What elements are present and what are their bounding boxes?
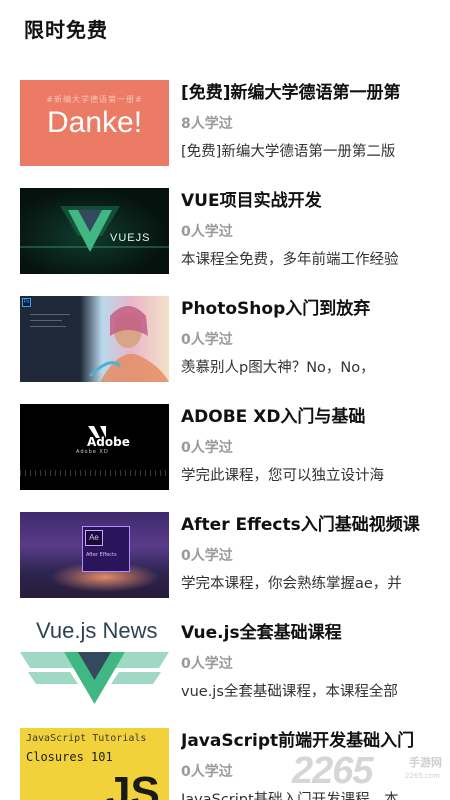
portrait-artwork-icon: [88, 306, 169, 382]
course-thumbnail[interactable]: #新编大学德语第一册# Danke!: [20, 80, 169, 166]
thumbnail-subtext: Closures 101: [26, 750, 113, 764]
list-item[interactable]: Vue.js News Vue.js全套基础课程 0人学过 vue.js全套基础…: [0, 620, 450, 728]
thumbnail-text: Vue.js News: [36, 620, 158, 643]
learner-count: 0人学过: [181, 656, 233, 672]
learner-count: 8人学过: [181, 116, 233, 132]
course-thumbnail[interactable]: VUEJS: [20, 188, 169, 274]
course-info: PhotoShop入门到放弃 0人学过 羡慕别人p图大神？No，No，: [181, 296, 440, 379]
thumbnail-subtext: After Effects: [86, 552, 117, 558]
course-description: 本课程全免费，多年前端工作经验: [181, 252, 399, 268]
learner-count: 0人学过: [181, 332, 233, 348]
course-title[interactable]: After Effects入门基础视频课: [181, 513, 440, 537]
vue-logo-icon: [20, 206, 169, 252]
learner-count: 0人学过: [181, 440, 233, 456]
course-list: #新编大学德语第一册# Danke! [免费]新编大学德语第一册第 8人学过 […: [0, 80, 450, 800]
section-title: 限时免费: [24, 18, 108, 42]
list-item[interactable]: #新编大学德语第一册# Danke! [免费]新编大学德语第一册第 8人学过 […: [0, 80, 450, 188]
after-effects-logo-icon: Ae: [85, 530, 103, 546]
learner-count: 0人学过: [181, 548, 233, 564]
course-description: 学完此课程，您可以独立设计海: [181, 468, 384, 484]
course-info: [免费]新编大学德语第一册第 8人学过 [免费]新编大学德语第一册第二版: [181, 80, 440, 163]
list-item[interactable]: Adobe Adobe XD ADOBE XD入门与基础 0人学过 学完此课程，…: [0, 404, 450, 512]
thumbnail-subtext: Adobe XD: [76, 449, 109, 455]
js-logo-text: JS: [106, 768, 160, 800]
course-title[interactable]: PhotoShop入门到放弃: [181, 297, 440, 321]
course-description: 羡慕别人p图大神？No，No，: [181, 360, 375, 376]
course-description: vue.js全套基础课程，本课程全部: [181, 684, 398, 700]
course-title[interactable]: ADOBE XD入门与基础: [181, 405, 440, 429]
thumbnail-subtext: #新编大学德语第一册#: [46, 95, 143, 104]
course-title[interactable]: Vue.js全套基础课程: [181, 621, 440, 645]
course-title[interactable]: VUE项目实战开发: [181, 189, 440, 213]
course-info: Vue.js全套基础课程 0人学过 vue.js全套基础课程，本课程全部: [181, 620, 440, 703]
watermark-url: 2265.com: [405, 772, 440, 780]
watermark-number: 2265: [292, 750, 374, 792]
course-title[interactable]: [免费]新编大学德语第一册第: [181, 81, 440, 105]
course-info: After Effects入门基础视频课 0人学过 学完本课程，你会熟练掌握ae…: [181, 512, 440, 595]
course-thumbnail[interactable]: JavaScript Tutorials Closures 101 JS: [20, 728, 169, 800]
vue-logo-icon: [20, 652, 169, 704]
thumbnail-text: Danke!: [46, 106, 143, 139]
watermark-site: 手游网: [409, 756, 442, 769]
site-watermark: 2265 手游网 2265.com: [292, 750, 442, 794]
list-item[interactable]: Ae After Effects After Effects入门基础视频课 0人…: [0, 512, 450, 620]
thumbnail-text: Adobe: [87, 435, 130, 449]
course-info: VUE项目实战开发 0人学过 本课程全免费，多年前端工作经验: [181, 188, 440, 271]
thumbnail-text: VUEJS: [110, 232, 151, 244]
course-description: 学完本课程，你会熟练掌握ae，并: [181, 576, 402, 592]
course-thumbnail[interactable]: Ae After Effects: [20, 512, 169, 598]
thumbnail-text: JavaScript Tutorials: [26, 733, 147, 744]
course-thumbnail[interactable]: Adobe Adobe XD: [20, 404, 169, 490]
course-description: [免费]新编大学德语第一册第二版: [181, 144, 396, 160]
list-item[interactable]: VUEJS VUE项目实战开发 0人学过 本课程全免费，多年前端工作经验: [0, 188, 450, 296]
learner-count: 0人学过: [181, 224, 233, 240]
audience-graphic: [20, 470, 169, 476]
course-info: ADOBE XD入门与基础 0人学过 学完此课程，您可以独立设计海: [181, 404, 440, 487]
javascript-logo-icon: JS: [98, 768, 168, 800]
course-thumbnail[interactable]: Ps: [20, 296, 169, 382]
list-item[interactable]: Ps PhotoShop入门到放弃 0人学过 羡慕别人p图大神？No，No，: [0, 296, 450, 404]
course-thumbnail[interactable]: Vue.js News: [20, 620, 169, 706]
